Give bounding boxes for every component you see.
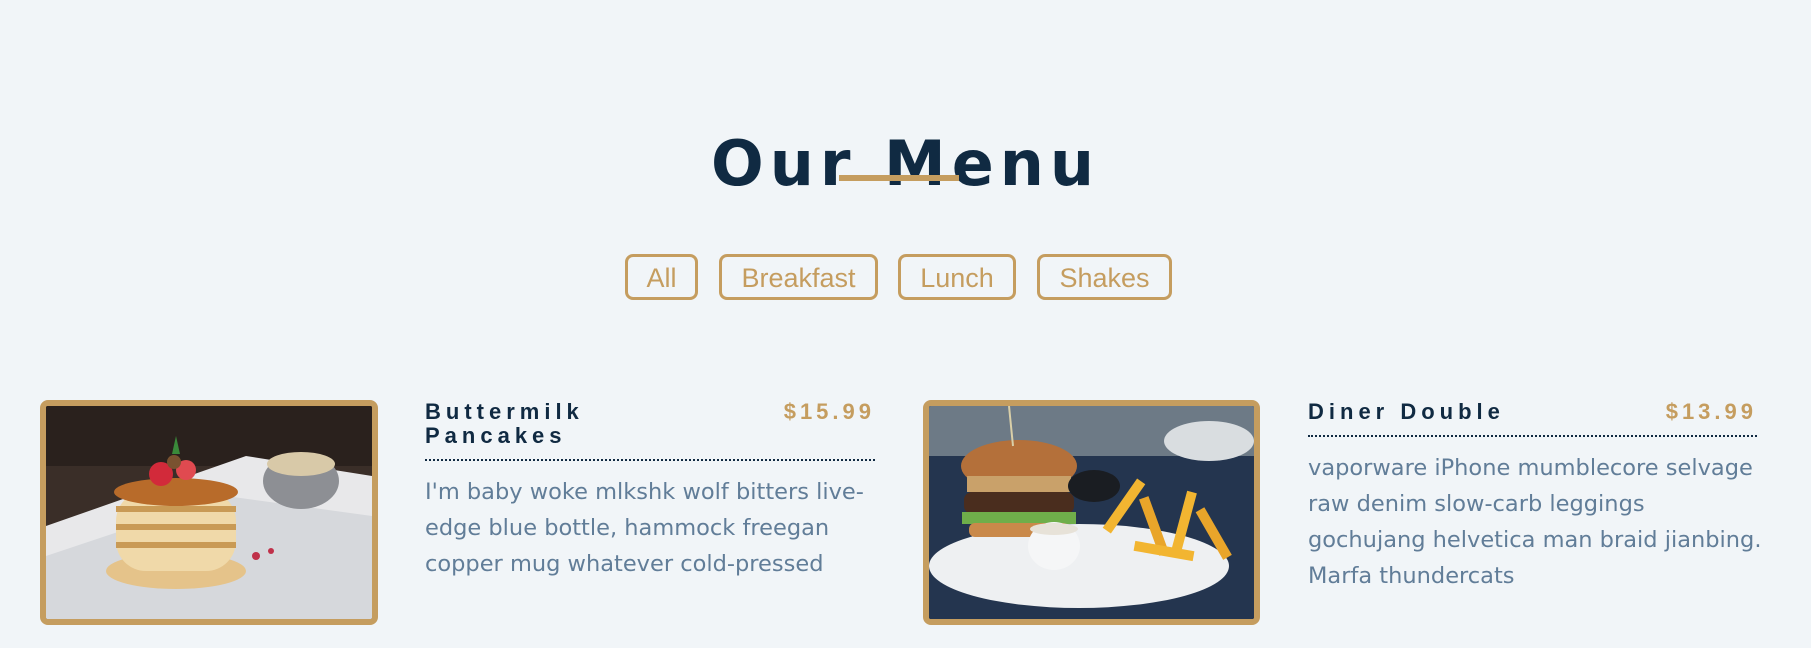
- filter-shakes-button[interactable]: Shakes: [1037, 254, 1172, 300]
- item-description-line: Marfa thundercats: [1308, 563, 1515, 589]
- title-underline: [839, 175, 959, 181]
- burger-image: [929, 406, 1254, 619]
- item-name: Buttermilk Pancakes: [425, 400, 584, 448]
- item-name-line: Diner Double: [1308, 399, 1505, 424]
- pancakes-image: [46, 406, 372, 619]
- filter-bar: All Breakfast Lunch Shakes: [0, 254, 1811, 304]
- item-description-line: I'm baby woke mlkshk wolf bitters live-: [425, 479, 864, 505]
- item-divider: [1308, 435, 1757, 437]
- item-description-line: edge blue bottle, hammock freegan: [425, 515, 830, 541]
- item-price: $15.99: [783, 399, 875, 424]
- pancakes-photo: [40, 400, 378, 625]
- item-description: I'm baby woke mlkshk wolf bitters live- …: [425, 474, 880, 582]
- item-price: $13.99: [1665, 399, 1757, 424]
- item-divider: [425, 459, 875, 461]
- filter-lunch-button[interactable]: Lunch: [898, 254, 1016, 300]
- page-title: Our Menu: [710, 126, 1101, 200]
- filter-breakfast-button[interactable]: Breakfast: [719, 254, 878, 300]
- item-description: vaporware iPhone mumblecore selvage raw …: [1308, 450, 1768, 594]
- item-description-line: raw denim slow-carb leggings: [1308, 491, 1645, 517]
- item-name-line: Pancakes: [425, 423, 567, 448]
- burger-photo: [923, 400, 1260, 625]
- item-name-line: Buttermilk: [425, 399, 584, 424]
- item-description-line: copper mug whatever cold-pressed: [425, 551, 824, 577]
- item-description-line: vaporware iPhone mumblecore selvage: [1308, 455, 1753, 481]
- item-name: Diner Double: [1308, 400, 1505, 424]
- filter-all-button[interactable]: All: [625, 254, 698, 300]
- item-description-line: gochujang helvetica man braid jianbing.: [1308, 527, 1762, 553]
